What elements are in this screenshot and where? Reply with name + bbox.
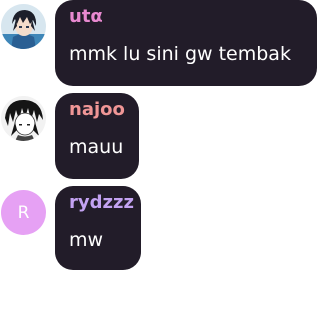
username[interactable]: najoo (69, 99, 125, 120)
manga-avatar-icon (1, 96, 46, 141)
anime-boy-avatar-icon (1, 4, 46, 49)
message-text: mmk lu sini gw tembak (69, 43, 291, 65)
username[interactable]: rydzzz (69, 192, 134, 213)
avatar[interactable]: R (1, 190, 46, 235)
chat-message: R rydzzz mw (0, 186, 317, 276)
message-text: mauu (69, 136, 124, 158)
avatar[interactable] (1, 96, 46, 141)
message-bubble: rydzzz mw (55, 186, 141, 270)
chat-message: najoo mauu (0, 93, 317, 183)
message-text: mw (69, 229, 104, 251)
username[interactable]: utα (69, 6, 103, 27)
message-bubble: najoo mauu (55, 93, 139, 179)
chat-message: utα mmk lu sini gw tembak (0, 0, 317, 90)
avatar-letter: R (17, 202, 30, 223)
message-bubble: utα mmk lu sini gw tembak (55, 0, 317, 86)
avatar[interactable] (1, 4, 46, 49)
